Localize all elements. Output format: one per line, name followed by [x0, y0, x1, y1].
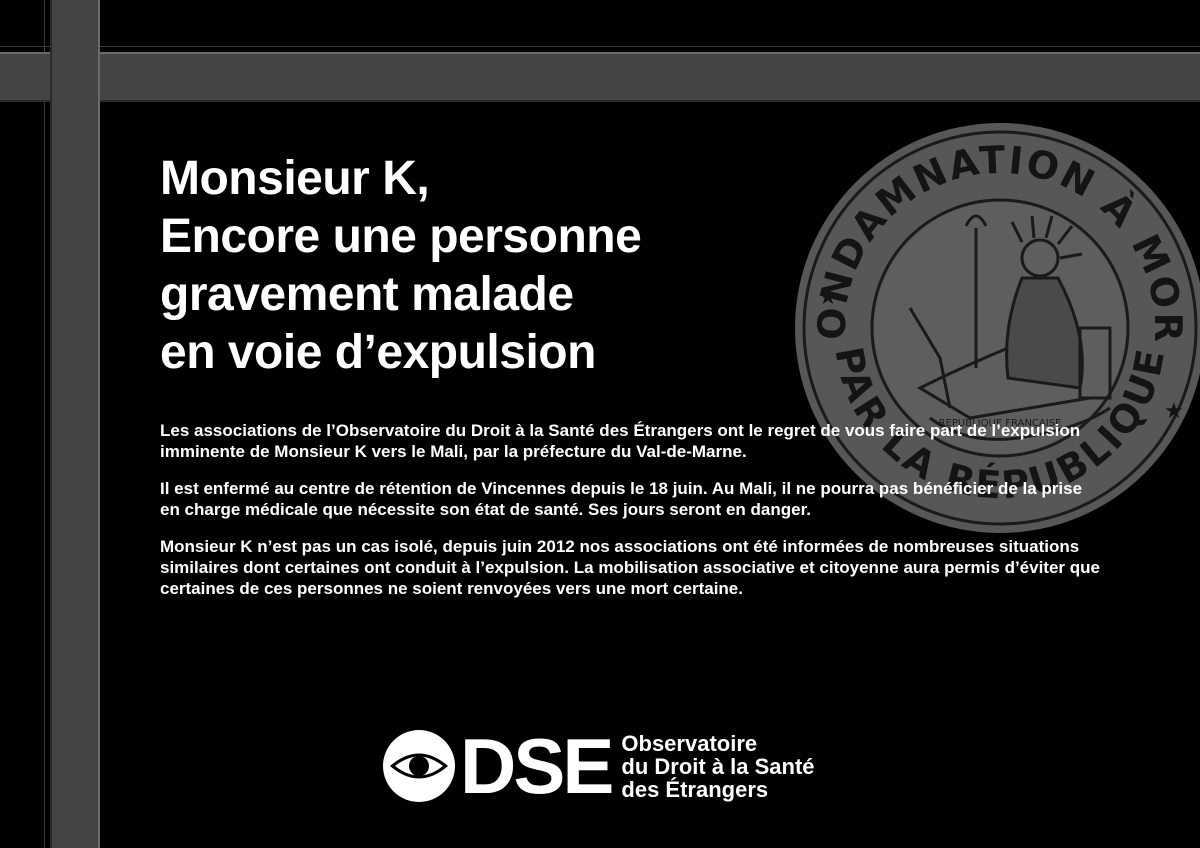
logo-letters: DSE	[460, 722, 614, 810]
logo-line-3: des Étrangers	[621, 776, 769, 802]
logo-line-1: Observatoire	[621, 730, 758, 756]
svg-text:★: ★	[1164, 399, 1184, 424]
paragraph-3: Monsieur K n’est pas un cas isolé, depui…	[160, 537, 1100, 598]
eye-icon	[383, 730, 455, 802]
headline-line-4: en voie d’expulsion	[160, 326, 596, 379]
paragraph-1: Les associations de l’Observatoire du Dr…	[160, 421, 1081, 461]
headline: Monsieur K, Encore une personne gravemen…	[160, 150, 800, 382]
logo-line-2: du Droit à la Santé	[621, 753, 815, 779]
body-text: Les associations de l’Observatoire du Dr…	[160, 420, 1100, 615]
paragraph-2: Il est enfermé au centre de rétention de…	[160, 479, 1083, 519]
headline-line-1: Monsieur K,	[160, 152, 430, 205]
frame-band-horizontal	[0, 52, 1200, 102]
frame-band-vertical	[50, 0, 100, 848]
headline-line-3: gravement malade	[160, 268, 574, 321]
svg-text:★: ★	[818, 285, 838, 310]
headline-line-2: Encore une personne	[160, 210, 642, 263]
frame-line-horizontal	[0, 46, 1200, 47]
odse-logo: DSE Observatoire du Droit à la Santé des…	[382, 722, 818, 810]
logo-text: Observatoire du Droit à la Santé des Étr…	[621, 732, 814, 801]
frame-line-vertical	[44, 0, 45, 848]
